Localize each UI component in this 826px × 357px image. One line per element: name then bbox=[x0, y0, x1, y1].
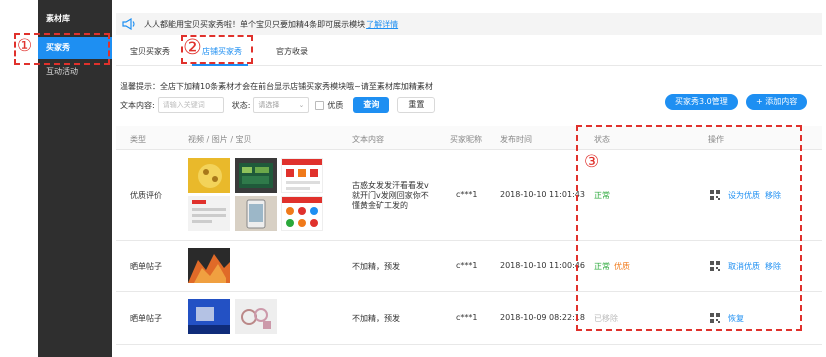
notice-learn-more-link[interactable]: 了解详情 bbox=[366, 19, 398, 30]
thumbnail-image bbox=[282, 197, 322, 227]
thumbnail-image bbox=[198, 164, 222, 188]
media-thumbnail[interactable] bbox=[188, 299, 230, 334]
row-type: 晒单帖子 bbox=[130, 262, 162, 271]
chevron-down-icon: ⌄ bbox=[298, 101, 305, 109]
thumbnail-image bbox=[192, 200, 226, 223]
thumbnail-image bbox=[282, 159, 322, 190]
annotation-box-3 bbox=[576, 125, 802, 331]
notice-bar: 人人都能用宝贝买家秀啦！单个宝贝只要加精4条即可展示模块 了解详情 bbox=[116, 13, 822, 35]
media-thumbnail[interactable] bbox=[235, 299, 277, 334]
thumbnail-image bbox=[241, 308, 271, 329]
column-header-type: 类型 bbox=[130, 135, 146, 144]
annotation-marker-2: ② bbox=[183, 35, 202, 59]
sidebar-header: 素材库 bbox=[46, 14, 70, 23]
column-header-media: 视频 / 图片 / 宝贝 bbox=[188, 135, 252, 144]
status-select[interactable]: 请选择 ⌄ bbox=[253, 97, 310, 113]
quality-checkbox[interactable] bbox=[315, 100, 325, 110]
row-type: 优质评价 bbox=[130, 191, 162, 200]
reset-button[interactable]: 重置 bbox=[397, 97, 436, 113]
row-text-content: 古惑女发发汗看看发v 就开门v发刚回家你不 懂黄金矿工发的 bbox=[352, 181, 432, 211]
status-label: 状态: bbox=[231, 100, 251, 110]
filter-bar: 文本内容: 请输入关键词 状态: 请选择 ⌄ 优质 查询 重置 bbox=[120, 97, 436, 113]
row-text-line: 就开门v发刚回家你不 bbox=[352, 191, 429, 200]
row-nickname: c***1 bbox=[456, 313, 478, 322]
thumbnail-image bbox=[188, 299, 230, 334]
speaker-icon bbox=[122, 18, 135, 30]
thumbnail-image bbox=[239, 163, 273, 188]
column-header-text: 文本内容 bbox=[352, 135, 384, 144]
row-publish-time: 2018-10-10 11:00:46 bbox=[500, 261, 585, 270]
media-thumbnail[interactable] bbox=[188, 158, 230, 193]
thumbnail-image bbox=[188, 254, 230, 283]
row-publish-time: 2018-10-09 08:22:18 bbox=[500, 313, 585, 322]
row-nickname: c***1 bbox=[456, 190, 478, 199]
thumbnail-image bbox=[246, 199, 266, 229]
row-nickname: c***1 bbox=[456, 261, 478, 270]
tab-official-collection[interactable]: 官方收录 bbox=[276, 46, 308, 57]
media-thumbnail[interactable] bbox=[281, 158, 323, 193]
add-content-button[interactable]: + 添加内容 bbox=[746, 94, 808, 110]
media-thumbnail[interactable] bbox=[235, 158, 277, 193]
annotation-marker-1: ① bbox=[17, 36, 33, 56]
row-text-content: 不加精，预发 bbox=[352, 314, 400, 323]
notice-text: 人人都能用宝贝买家秀啦！单个宝贝只要加精4条即可展示模块 bbox=[144, 19, 366, 29]
column-header-nickname: 买家昵称 bbox=[450, 135, 482, 144]
sidebar-item-interactive-activity[interactable]: 互动活动 bbox=[38, 64, 112, 80]
search-button[interactable]: 查询 bbox=[353, 97, 390, 113]
media-thumbnail[interactable] bbox=[188, 196, 230, 231]
buyer-show-manage-button[interactable]: 买家秀3.0管理 bbox=[665, 94, 738, 110]
annotation-marker-3: ③ bbox=[584, 152, 600, 172]
tab-item-buyer-show[interactable]: 宝贝买家秀 bbox=[130, 46, 170, 57]
media-thumbnail[interactable] bbox=[281, 196, 323, 231]
active-tab-indicator bbox=[192, 64, 248, 66]
status-select-placeholder: 请选择 bbox=[258, 101, 280, 109]
row-text-content: 不加精，预发 bbox=[352, 262, 400, 271]
row-text-line: 懂黄金矿工发的 bbox=[352, 201, 408, 210]
keyword-input[interactable]: 请输入关键词 bbox=[157, 97, 224, 113]
row-publish-time: 2018-10-10 11:01:43 bbox=[500, 190, 585, 199]
row-text-line: 古惑女发发汗看看发v bbox=[352, 181, 429, 190]
media-thumbnail[interactable] bbox=[235, 196, 277, 231]
row-type: 晒单帖子 bbox=[130, 314, 162, 323]
text-content-label: 文本内容: bbox=[120, 100, 155, 110]
quality-checkbox-label: 优质 bbox=[327, 100, 344, 110]
tip-text: 温馨提示：全店下加精10条素材才会在前台显示店铺买家秀模块哦~请至素材库加精素材 bbox=[120, 82, 433, 91]
media-thumbnail[interactable] bbox=[188, 248, 230, 283]
column-header-publish-time: 发布时间 bbox=[500, 135, 532, 144]
